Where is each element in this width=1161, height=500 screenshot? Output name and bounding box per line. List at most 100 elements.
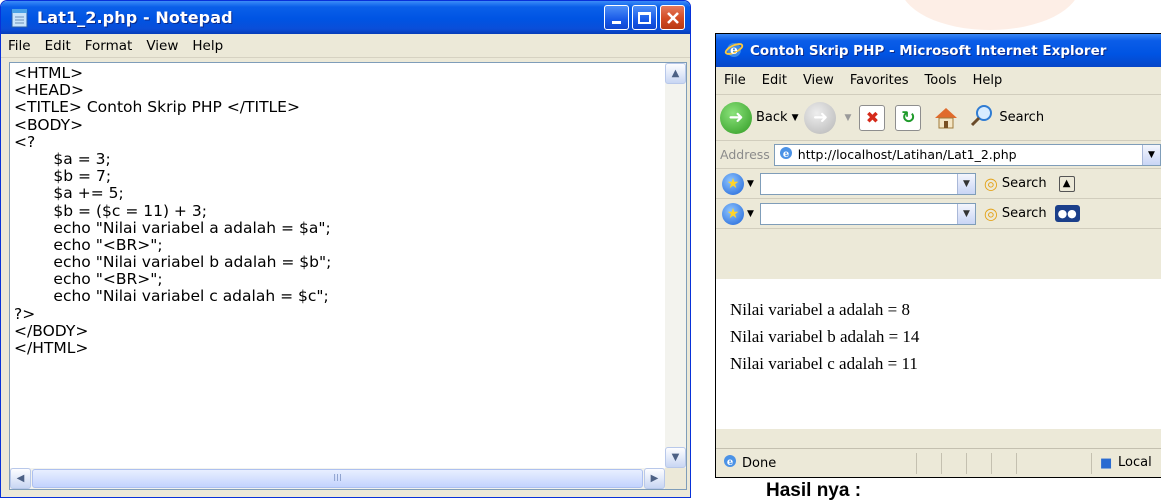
page-icon: e — [778, 145, 794, 165]
refresh-button[interactable]: ↻ — [895, 104, 922, 131]
forward-arrow-icon: ➜ — [812, 107, 829, 128]
ie-window: e Contoh Skrip PHP - Microsoft Internet … — [715, 33, 1161, 478]
address-label: Address — [720, 147, 770, 162]
maximize-icon — [638, 11, 651, 24]
menu-help[interactable]: Help — [185, 34, 230, 58]
code-line: $b = 7; — [14, 167, 112, 186]
search-input-1[interactable]: ▼ — [759, 172, 976, 195]
code-line: <? — [14, 132, 36, 151]
ie-titlebar[interactable]: e Contoh Skrip PHP - Microsoft Internet … — [716, 34, 1161, 67]
maximize-button[interactable] — [632, 5, 657, 30]
thumb-grip: III — [333, 473, 342, 484]
menu-edit[interactable]: Edit — [38, 34, 78, 58]
back-dropdown-icon[interactable]: ▼ — [792, 113, 799, 123]
notepad-titlebar[interactable]: Lat1_2.php - Notepad — [1, 1, 690, 34]
favorites-star-icon[interactable]: ★ — [722, 172, 744, 195]
ie-title: Contoh Skrip PHP - Microsoft Internet Ex… — [750, 42, 1107, 59]
svg-text:e: e — [727, 457, 733, 468]
search-button-2[interactable]: Search — [1002, 206, 1047, 221]
forward-button[interactable]: ➜ — [804, 101, 837, 134]
status-divider — [916, 453, 917, 474]
code-line: <HEAD> — [14, 81, 84, 100]
search-toolbar-1: ★ ▼ ▼ ◎ Search ▲ — [716, 169, 1161, 199]
menu-format[interactable]: Format — [78, 34, 140, 58]
search-label[interactable]: Search — [999, 110, 1044, 125]
code-line: $b = ($c = 11) + 3; — [14, 201, 207, 220]
minimize-button[interactable] — [604, 5, 629, 30]
svg-text:e: e — [730, 43, 738, 57]
dropdown-icon[interactable]: ▼ — [956, 173, 975, 194]
code-line: echo "Nilai variabel b adalah = $b"; — [14, 253, 332, 272]
scroll-right-button[interactable]: ▶ — [644, 468, 665, 489]
search-button-1[interactable]: Search — [1002, 176, 1047, 191]
star-dropdown-icon[interactable]: ▼ — [747, 209, 754, 219]
chevron-right-icon: ▶ — [650, 473, 659, 484]
ie-menubar: File Edit View Favorites Tools Help — [716, 67, 1161, 95]
search-input-2[interactable]: ▼ — [759, 202, 976, 225]
status-text: Done — [742, 455, 777, 471]
ie-menu-tools[interactable]: Tools — [917, 69, 965, 93]
text-editor[interactable]: <HTML> <HEAD> <TITLE> Contoh Skrip PHP </T… — [9, 62, 687, 490]
stop-icon: ✖ — [865, 108, 880, 127]
status-divider — [1091, 453, 1092, 474]
code-line: <BODY> — [14, 115, 84, 134]
status-divider — [966, 453, 967, 474]
done-page-icon: e — [722, 453, 738, 473]
code-line: </HTML> — [14, 339, 89, 357]
zone-text: Local — [1118, 455, 1152, 470]
address-dropdown-icon[interactable]: ▼ — [1142, 144, 1160, 165]
code-line: echo "<BR>"; — [14, 270, 163, 289]
scroll-left-button[interactable]: ◀ — [10, 468, 31, 489]
local-intranet-icon: ■ — [1100, 456, 1113, 471]
menu-file[interactable]: File — [1, 34, 38, 58]
popup-blocker-icon[interactable]: ▲ — [1058, 175, 1075, 192]
chevron-down-icon: ▼ — [671, 452, 680, 463]
output-line: Nilai variabel c adalah = 11 — [730, 354, 918, 373]
counter-badge-icon: ●● — [1054, 205, 1080, 222]
ie-logo-icon: e — [724, 39, 744, 63]
ie-menu-favorites[interactable]: Favorites — [842, 69, 917, 93]
address-input[interactable]: e http://localhost/Latihan/Lat1_2.php ▼ — [773, 143, 1161, 166]
stop-button[interactable]: ✖ — [859, 104, 886, 131]
back-label[interactable]: Back — [756, 110, 788, 125]
code-area[interactable]: <HTML> <HEAD> <TITLE> Contoh Skrip PHP </T… — [14, 65, 662, 467]
scroll-thumb[interactable]: III — [32, 469, 643, 488]
ie-menu-view[interactable]: View — [795, 69, 842, 93]
back-button[interactable]: ➜ — [720, 101, 752, 134]
code-line: $a += 5; — [14, 184, 124, 203]
vertical-scrollbar[interactable]: ▲ ▼ — [665, 63, 686, 468]
star-dropdown-icon[interactable]: ▼ — [747, 179, 754, 189]
scroll-up-button[interactable]: ▲ — [665, 63, 686, 84]
scroll-down-button[interactable]: ▼ — [665, 447, 686, 468]
code-line: echo "Nilai variabel a adalah = $a"; — [14, 218, 331, 237]
ie-menu-help[interactable]: Help — [965, 69, 1011, 93]
search-toolbar-2: ★ ▼ ▼ ◎ Search ●● — [716, 199, 1161, 229]
code-line: <HTML> — [14, 65, 84, 82]
search-radar-icon[interactable]: ◎ — [984, 174, 998, 193]
search-radar-icon[interactable]: ◎ — [984, 204, 998, 223]
ie-toolbar: ➜ Back ▼ ➜ ▼ ✖ ↻ Search — [716, 95, 1161, 141]
home-icon — [935, 107, 958, 128]
page-content: Nilai variabel a adalah = 8 Nilai variab… — [716, 279, 1161, 429]
output-line: Nilai variabel b adalah = 14 — [730, 327, 920, 346]
dropdown-icon[interactable]: ▼ — [956, 203, 975, 224]
favorites-star-icon[interactable]: ★ — [722, 202, 744, 225]
back-arrow-icon: ➜ — [728, 107, 744, 128]
forward-dropdown-icon[interactable]: ▼ — [844, 113, 851, 123]
close-button[interactable] — [660, 5, 685, 30]
menu-view[interactable]: View — [139, 34, 185, 58]
svg-text:e: e — [783, 149, 789, 160]
code-line: ?> — [14, 304, 36, 323]
ie-menu-file[interactable]: File — [716, 69, 754, 93]
minimize-icon — [612, 21, 621, 24]
notepad-title: Lat1_2.php - Notepad — [37, 8, 233, 27]
search-icon[interactable] — [969, 103, 995, 133]
horizontal-scrollbar[interactable]: ◀ III ▶ — [10, 468, 665, 489]
ie-menu-edit[interactable]: Edit — [754, 69, 795, 93]
address-value: http://localhost/Latihan/Lat1_2.php — [797, 147, 1017, 162]
home-button[interactable] — [931, 104, 961, 132]
chevron-up-icon: ▲ — [671, 68, 680, 79]
code-line: </BODY> — [14, 321, 89, 340]
close-icon — [666, 11, 679, 24]
code-line: echo "<BR>"; — [14, 235, 163, 254]
